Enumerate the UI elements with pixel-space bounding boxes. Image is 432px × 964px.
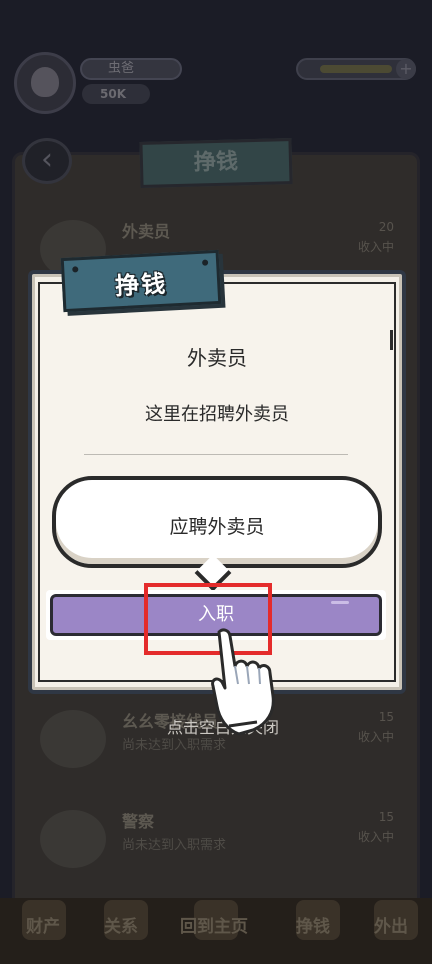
job-description: 这里在招聘外卖员 bbox=[145, 404, 289, 425]
job-value: 20 bbox=[378, 220, 394, 234]
money-display: 50K bbox=[82, 84, 150, 104]
job-title: 外卖员 bbox=[187, 346, 247, 370]
pointing-hand-icon bbox=[211, 628, 275, 736]
back-arrow-icon[interactable]: ‹ bbox=[22, 138, 72, 184]
job-status: 收入中 bbox=[357, 830, 394, 844]
job-status: 收入中 bbox=[357, 730, 394, 744]
job-name: 警察 bbox=[122, 812, 155, 831]
bottom-tab-bar: 财产 关系 回到主页 挣钱 外出 bbox=[0, 898, 432, 964]
tab-relations[interactable]: 关系 bbox=[86, 912, 156, 937]
job-value: 15 bbox=[378, 810, 394, 824]
dialog-title-plate: 挣钱 bbox=[60, 249, 222, 313]
tab-property[interactable]: 财产 bbox=[8, 912, 78, 937]
player-name: 虫爸 bbox=[80, 58, 182, 80]
scrollbar bbox=[390, 330, 393, 350]
add-resource-button[interactable]: + bbox=[396, 59, 416, 79]
job-icon bbox=[40, 810, 106, 868]
tab-earn[interactable]: 挣钱 bbox=[278, 912, 348, 937]
player-avatar bbox=[14, 52, 76, 114]
bubble-text: 应聘外卖员 bbox=[169, 516, 265, 538]
list-item[interactable]: 警察 尚未达到入职需求 15 收入中 bbox=[30, 802, 400, 888]
job-requirement: 尚未达到入职需求 bbox=[122, 838, 227, 853]
page-title: 挣钱 bbox=[139, 138, 293, 188]
divider bbox=[84, 454, 348, 455]
tab-outing[interactable]: 外出 bbox=[356, 912, 426, 937]
tab-home[interactable]: 回到主页 bbox=[166, 912, 262, 937]
dialog-title: 挣钱 bbox=[114, 269, 168, 301]
job-value: 15 bbox=[378, 710, 394, 724]
job-icon bbox=[40, 710, 106, 768]
job-status: 收入中 bbox=[357, 240, 394, 254]
job-name: 外卖员 bbox=[122, 222, 171, 241]
